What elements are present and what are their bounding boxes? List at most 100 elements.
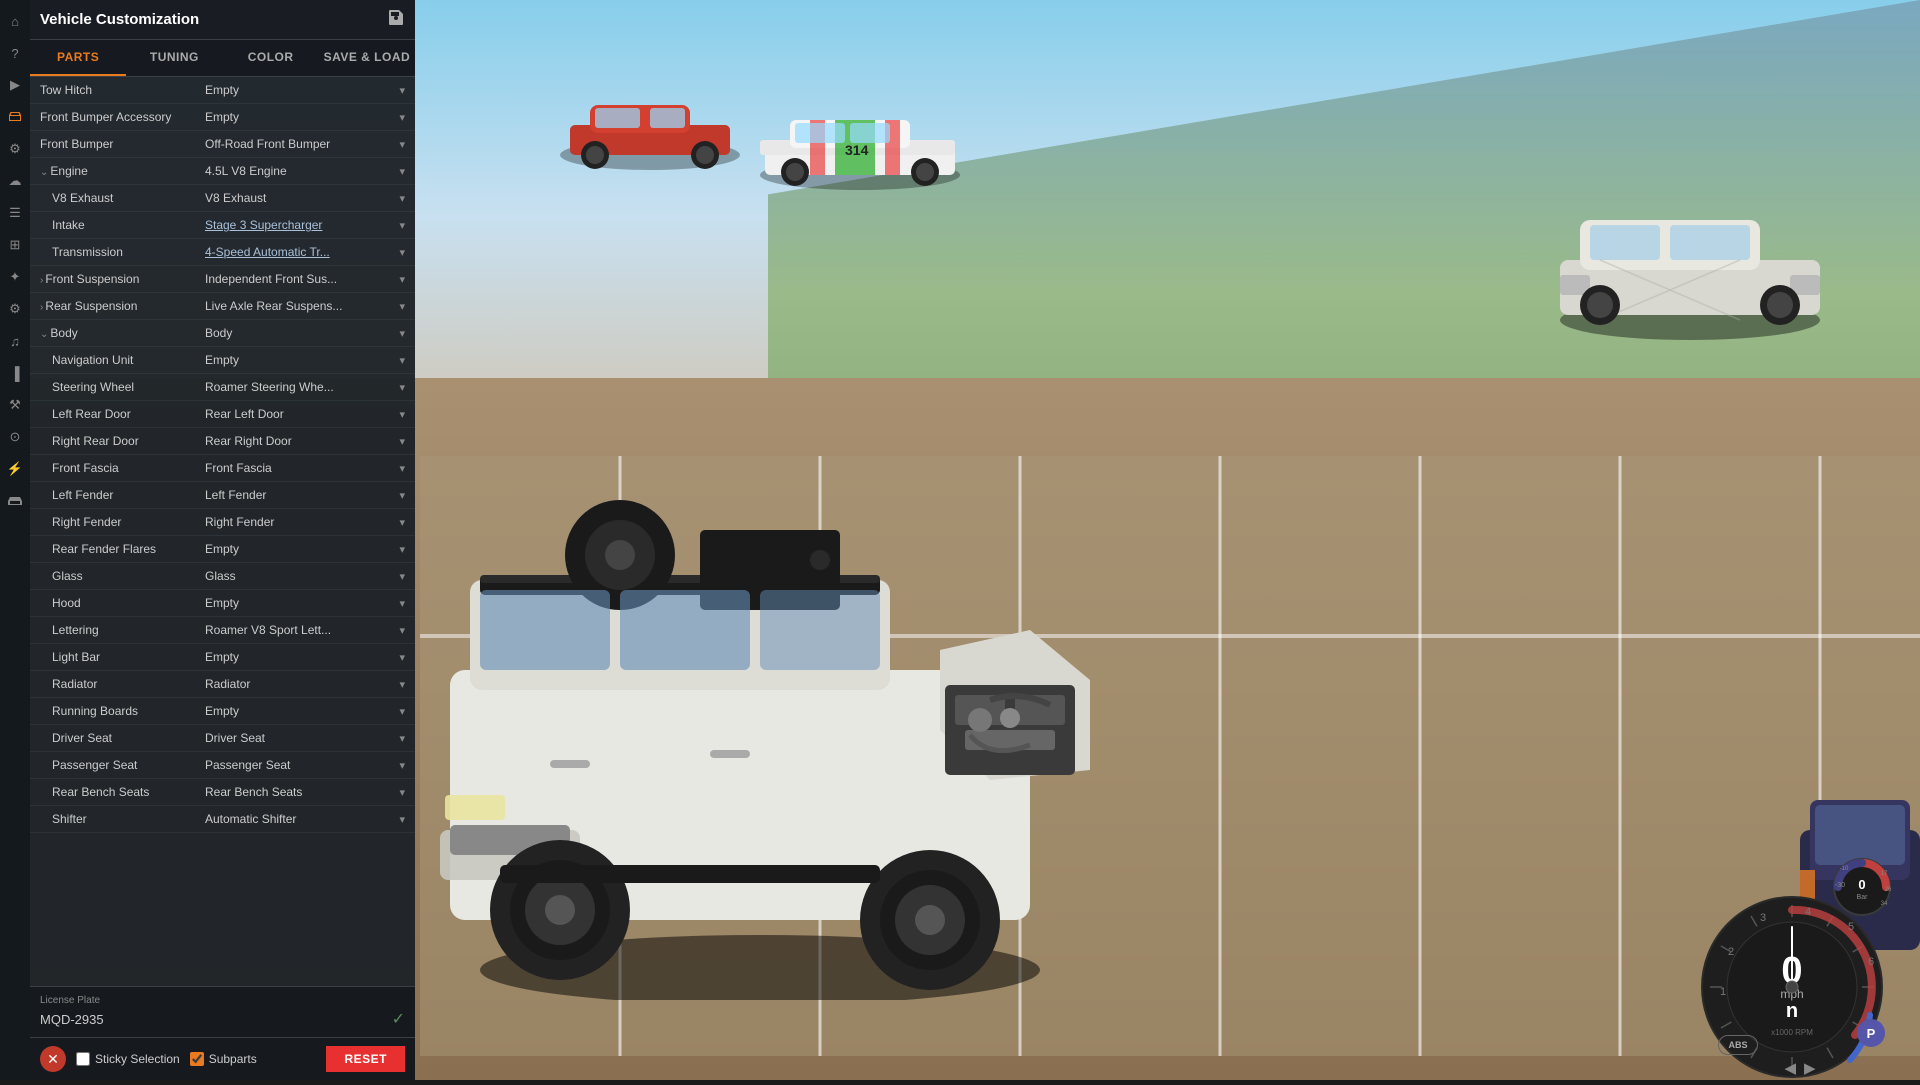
chart-icon[interactable]: ▐ — [2, 360, 28, 386]
tab-save-load[interactable]: SAVE & LOAD — [319, 40, 415, 76]
dropdown-arrow-icon[interactable]: ▾ — [399, 462, 405, 475]
reset-button[interactable]: RESET — [326, 1046, 405, 1072]
part-name: V8 Exhaust — [40, 191, 205, 205]
part-row[interactable]: Rear Fender FlaresEmpty▾ — [30, 536, 415, 563]
dropdown-arrow-icon[interactable]: ▾ — [399, 219, 405, 232]
part-row[interactable]: ›Rear SuspensionLive Axle Rear Suspens..… — [30, 293, 415, 320]
part-row[interactable]: Driver SeatDriver Seat▾ — [30, 725, 415, 752]
settings-icon[interactable]: ⚙ — [2, 136, 28, 162]
dropdown-arrow-icon[interactable]: ▾ — [399, 111, 405, 124]
part-row[interactable]: Light BarEmpty▾ — [30, 644, 415, 671]
subparts-wrap[interactable]: Subparts — [190, 1052, 257, 1066]
dropdown-arrow-icon[interactable]: ▾ — [399, 246, 405, 259]
nodes-icon[interactable]: ✦ — [2, 264, 28, 290]
part-row[interactable]: Front FasciaFront Fascia▾ — [30, 455, 415, 482]
dropdown-arrow-icon[interactable]: ▾ — [399, 543, 405, 556]
nav-left-icon[interactable]: ◀ — [1784, 1059, 1796, 1077]
part-value: Empty — [205, 650, 395, 664]
dropdown-arrow-icon[interactable]: ▾ — [399, 570, 405, 583]
filter-icon[interactable]: ⊞ — [2, 232, 28, 258]
part-value: Empty — [205, 353, 395, 367]
dropdown-arrow-icon[interactable]: ▾ — [399, 408, 405, 421]
part-row[interactable]: Front BumperOff-Road Front Bumper▾ — [30, 131, 415, 158]
part-row[interactable]: HoodEmpty▾ — [30, 590, 415, 617]
part-row[interactable]: RadiatorRadiator▾ — [30, 671, 415, 698]
nav-right-icon[interactable]: ▶ — [1804, 1059, 1816, 1077]
home-icon[interactable]: ⌂ — [2, 8, 28, 34]
dropdown-arrow-icon[interactable]: ▾ — [399, 624, 405, 637]
license-plate-confirm-icon[interactable]: ✓ — [392, 1009, 405, 1029]
tools-icon[interactable]: ⚒ — [2, 392, 28, 418]
part-value: Off-Road Front Bumper — [205, 137, 395, 151]
dropdown-arrow-icon[interactable]: ▾ — [399, 273, 405, 286]
part-name: Lettering — [40, 623, 205, 637]
play-icon[interactable]: ▶ — [2, 72, 28, 98]
part-row[interactable]: Tow HitchEmpty▾ — [30, 77, 415, 104]
dropdown-arrow-icon[interactable]: ▾ — [399, 435, 405, 448]
car-icon[interactable] — [2, 104, 28, 130]
part-row[interactable]: Rear Bench SeatsRear Bench Seats▾ — [30, 779, 415, 806]
part-row[interactable]: Running BoardsEmpty▾ — [30, 698, 415, 725]
dropdown-arrow-icon[interactable]: ▾ — [399, 354, 405, 367]
tab-parts[interactable]: PARTS — [30, 40, 126, 76]
dropdown-arrow-icon[interactable]: ▾ — [399, 165, 405, 178]
list-icon[interactable]: ☰ — [2, 200, 28, 226]
dropdown-arrow-icon[interactable]: ▾ — [399, 678, 405, 691]
dropdown-arrow-icon[interactable]: ▾ — [399, 732, 405, 745]
dropdown-arrow-icon[interactable]: ▾ — [399, 192, 405, 205]
part-row[interactable]: Right Rear DoorRear Right Door▾ — [30, 428, 415, 455]
part-name: Shifter — [40, 812, 205, 826]
part-row[interactable]: LetteringRoamer V8 Sport Lett...▾ — [30, 617, 415, 644]
camera-icon[interactable]: ⊙ — [2, 424, 28, 450]
dropdown-arrow-icon[interactable]: ▾ — [399, 705, 405, 718]
parts-list[interactable]: Tow HitchEmpty▾Front Bumper AccessoryEmp… — [30, 77, 415, 986]
subparts-checkbox[interactable] — [190, 1052, 204, 1066]
part-row[interactable]: Front Bumper AccessoryEmpty▾ — [30, 104, 415, 131]
dropdown-arrow-icon[interactable]: ▾ — [399, 381, 405, 394]
dropdown-arrow-icon[interactable]: ▾ — [399, 651, 405, 664]
dropdown-arrow-icon[interactable]: ▾ — [399, 597, 405, 610]
dropdown-arrow-icon[interactable]: ▾ — [399, 516, 405, 529]
vehicle2-icon[interactable] — [2, 488, 28, 514]
cloud-icon[interactable]: ☁ — [2, 168, 28, 194]
tab-tuning[interactable]: TUNING — [126, 40, 222, 76]
dropdown-arrow-icon[interactable]: ▾ — [399, 300, 405, 313]
svg-text:17: 17 — [1881, 871, 1888, 877]
part-row[interactable]: V8 ExhaustV8 Exhaust▾ — [30, 185, 415, 212]
sticky-selection-wrap[interactable]: Sticky Selection — [76, 1052, 180, 1066]
part-row[interactable]: Steering WheelRoamer Steering Whe...▾ — [30, 374, 415, 401]
nav-arrows: ◀ ▶ — [1784, 1059, 1815, 1077]
part-row[interactable]: ⌄BodyBody▾ — [30, 320, 415, 347]
dropdown-arrow-icon[interactable]: ▾ — [399, 813, 405, 826]
part-row[interactable]: Transmission4-Speed Automatic Tr...▾ — [30, 239, 415, 266]
dropdown-arrow-icon[interactable]: ▾ — [399, 327, 405, 340]
dropdown-arrow-icon[interactable]: ▾ — [399, 759, 405, 772]
part-row[interactable]: ›Front SuspensionIndependent Front Sus..… — [30, 266, 415, 293]
bolt-icon[interactable]: ⚡ — [2, 456, 28, 482]
dropdown-arrow-icon[interactable]: ▾ — [399, 786, 405, 799]
expand-icon: ⌄ — [40, 167, 48, 178]
dropdown-arrow-icon[interactable]: ▾ — [399, 489, 405, 502]
svg-text:n: n — [1786, 1000, 1798, 1022]
dropdown-arrow-icon[interactable]: ▾ — [399, 138, 405, 151]
save-icon[interactable] — [387, 8, 405, 31]
part-row[interactable]: Left Rear DoorRear Left Door▾ — [30, 401, 415, 428]
dropdown-arrow-icon[interactable]: ▾ — [399, 84, 405, 97]
volume-icon[interactable]: ♫ — [2, 328, 28, 354]
svg-text:-10: -10 — [1840, 866, 1849, 872]
gear2-icon[interactable]: ⚙ — [2, 296, 28, 322]
part-row[interactable]: IntakeStage 3 Supercharger▾ — [30, 212, 415, 239]
sticky-selection-checkbox[interactable] — [76, 1052, 90, 1066]
part-row[interactable]: Passenger SeatPassenger Seat▾ — [30, 752, 415, 779]
part-row[interactable]: GlassGlass▾ — [30, 563, 415, 590]
svg-text:3: 3 — [1760, 912, 1766, 924]
part-row[interactable]: ⌄Engine4.5L V8 Engine▾ — [30, 158, 415, 185]
part-row[interactable]: Navigation UnitEmpty▾ — [30, 347, 415, 374]
part-row[interactable]: ShifterAutomatic Shifter▾ — [30, 806, 415, 833]
close-button[interactable]: ✕ — [40, 1046, 66, 1072]
part-row[interactable]: Right FenderRight Fender▾ — [30, 509, 415, 536]
license-plate-input[interactable] — [40, 1012, 392, 1027]
part-row[interactable]: Left FenderLeft Fender▾ — [30, 482, 415, 509]
alert-icon[interactable]: ? — [2, 40, 28, 66]
tab-color[interactable]: COLOR — [223, 40, 319, 76]
